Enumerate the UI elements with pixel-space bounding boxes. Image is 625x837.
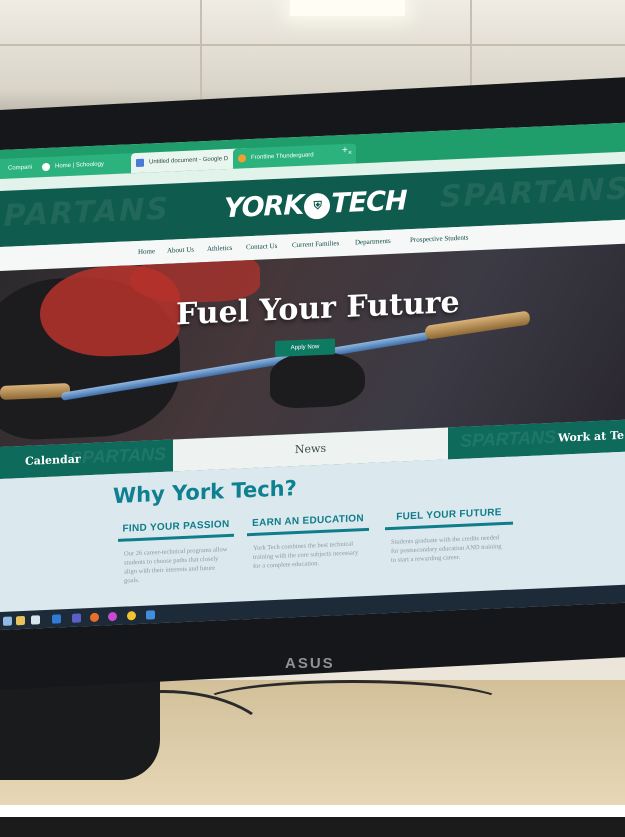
feature-column: FIND YOUR PASSION Our 26 career-technica… (118, 518, 234, 586)
feature-column: FUEL YOUR FUTURE Students graduate with … (385, 506, 513, 566)
cable (200, 680, 506, 726)
site-logo[interactable]: YORK ⛨ TECH (224, 185, 407, 224)
feature-heading: FIND YOUR PASSION (118, 518, 234, 542)
spartan-helmet-icon: ⛨ (304, 192, 331, 220)
nav-prospective-students[interactable]: Prospective Students (410, 234, 469, 245)
app-icon[interactable] (108, 611, 117, 622)
new-tab-button[interactable]: + (342, 145, 348, 156)
feature-column: EARN AN EDUCATION York Tech combines the… (247, 512, 369, 571)
frontline-icon (238, 154, 246, 163)
store-icon[interactable] (31, 615, 40, 625)
hero-glove (270, 350, 365, 410)
monitor-brand: ASUS (285, 655, 335, 672)
tab-label: Home | Schoology (55, 161, 104, 170)
nav-athletics[interactable]: Athletics (207, 244, 232, 253)
nav-about-us[interactable]: About Us (167, 246, 194, 255)
nav-departments[interactable]: Departments (355, 237, 391, 247)
chrome-icon[interactable] (127, 611, 136, 621)
mail-icon[interactable] (52, 614, 61, 624)
work-at-link[interactable]: Work at Te (558, 420, 624, 455)
section-title: Why York Tech? (113, 476, 297, 509)
calendar-link[interactable]: Calendar (25, 443, 81, 477)
feature-body: Students graduate with the credits neede… (391, 534, 502, 564)
nav-contact-us[interactable]: Contact Us (246, 242, 277, 251)
close-icon[interactable]: × (348, 144, 352, 164)
monitor-screen: Compani Home | Schoology × Untitled docu… (0, 122, 625, 630)
search-icon[interactable] (3, 616, 12, 626)
header-watermark: SPARTANS (0, 191, 170, 235)
schoology-icon (42, 162, 50, 172)
nav-home[interactable]: Home (138, 247, 155, 256)
tab-label: Compani (8, 164, 33, 172)
feature-heading: EARN AN EDUCATION (247, 512, 369, 537)
firefox-icon[interactable] (90, 612, 99, 623)
hero-banner: Fuel Your Future Apply Now (0, 243, 625, 447)
apply-now-button[interactable]: Apply Now (275, 338, 335, 357)
ceiling-grid (0, 44, 625, 46)
header-watermark: SPARTANS (440, 171, 625, 215)
strip-watermark: SPARTANS (460, 426, 557, 451)
nav-current-families[interactable]: Current Families (292, 239, 339, 249)
feature-body: York Tech combines the best technical tr… (253, 540, 359, 570)
ceiling-light (290, 0, 405, 16)
teams-icon[interactable] (72, 613, 81, 623)
docs-icon (136, 158, 144, 168)
feature-body: Our 26 career-technical programs allow s… (124, 546, 228, 585)
file-explorer-icon[interactable] (16, 615, 25, 626)
photo-border (0, 817, 625, 837)
tab-label: Untitled document - Google D (149, 156, 229, 166)
feature-heading: FUEL YOUR FUTURE (385, 506, 513, 531)
logo-text: YORK (224, 189, 304, 225)
app-icon[interactable] (146, 610, 155, 620)
strip-watermark: SPARTANS (70, 443, 167, 468)
tab-label: Frontline Thunderguard (251, 152, 314, 162)
logo-text: TECH (331, 185, 407, 220)
